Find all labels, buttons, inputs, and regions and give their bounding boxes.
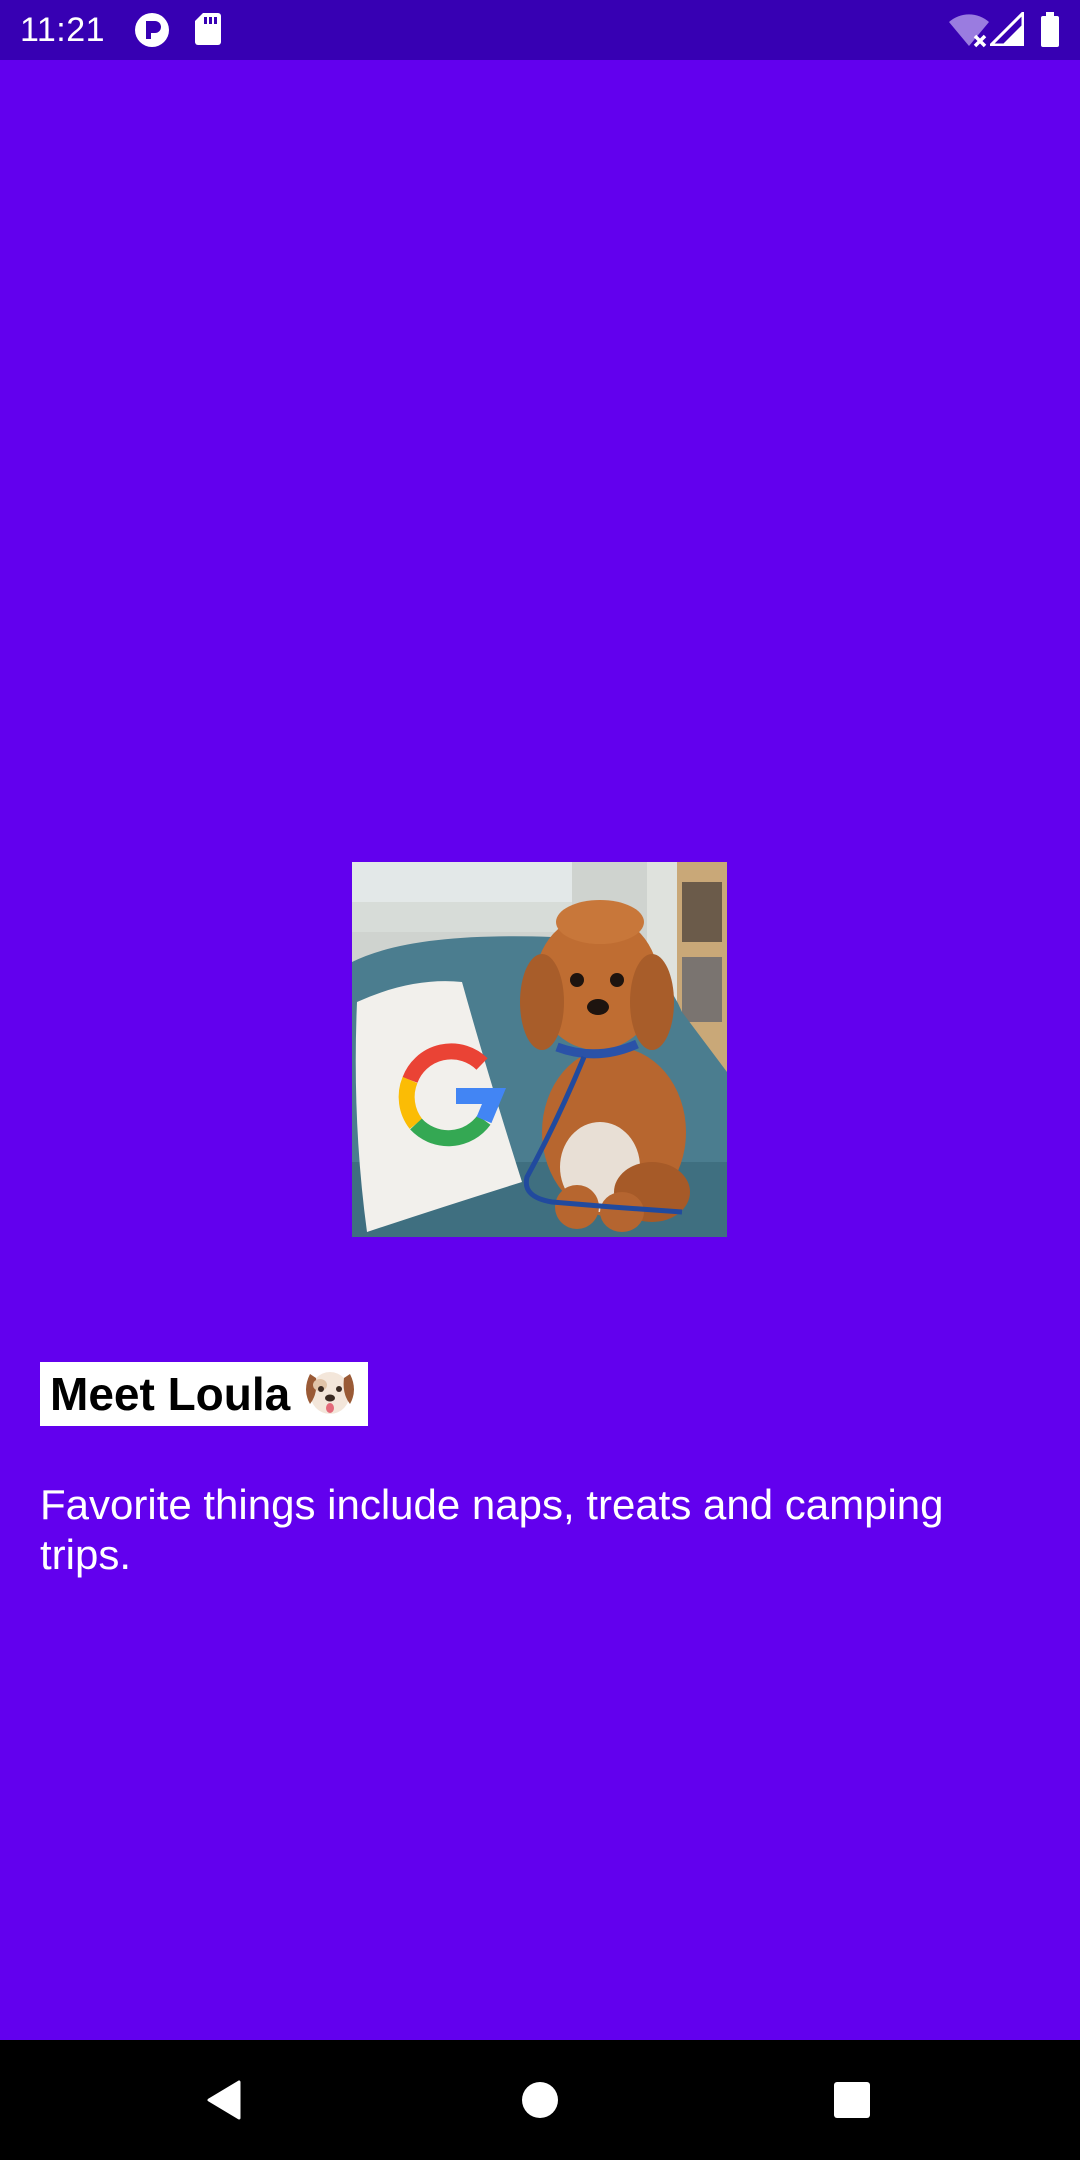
app-notification-icon: [134, 12, 170, 53]
dog-face-emoji-icon: [302, 1366, 358, 1423]
recents-icon: [834, 2082, 870, 2118]
cell-signal-icon: [987, 9, 1025, 51]
battery-icon: [1040, 12, 1060, 53]
back-icon: [207, 2080, 241, 2120]
title-text: Meet Loula: [50, 1368, 291, 1420]
home-icon: [522, 2082, 558, 2118]
title-card: Meet Loula: [40, 1362, 369, 1426]
back-button[interactable]: [197, 2070, 257, 2130]
sd-card-icon: [194, 12, 222, 51]
navigation-bar: [0, 2040, 1080, 2160]
status-time: 11:21: [20, 11, 106, 49]
recents-button[interactable]: [822, 2070, 882, 2130]
status-bar: 11:21: [0, 0, 1080, 60]
home-button[interactable]: [510, 2070, 570, 2130]
dog-photo: [352, 862, 727, 1237]
description-text: Favorite things include naps, treats and…: [40, 1481, 944, 1578]
wifi-off-icon: [948, 12, 990, 53]
